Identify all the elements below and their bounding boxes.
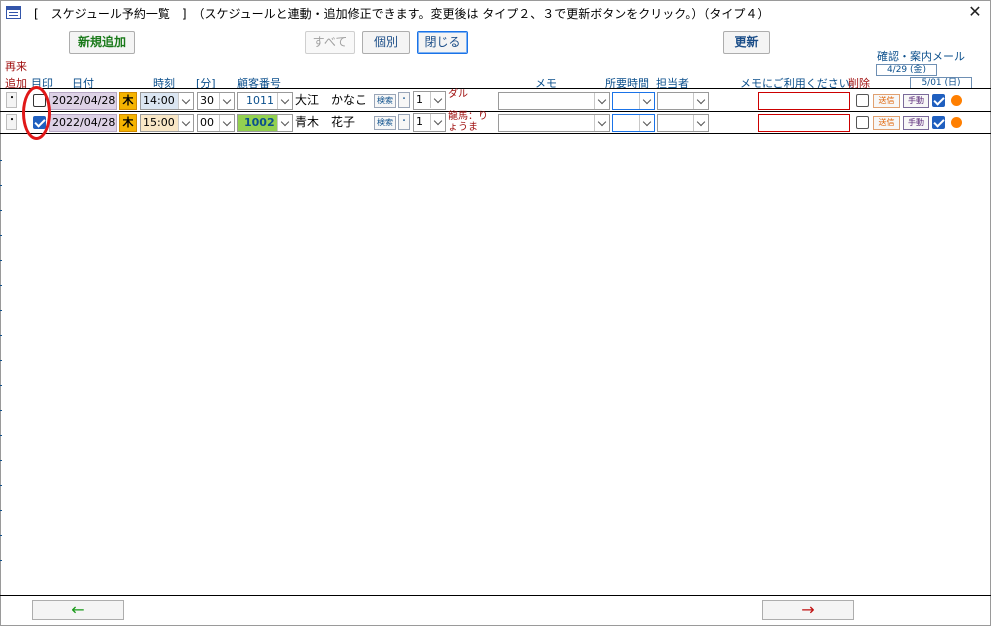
count-select[interactable]: 1 bbox=[413, 91, 446, 110]
left-edge-tick bbox=[0, 410, 2, 411]
form-icon bbox=[6, 6, 21, 19]
customer-no-select[interactable]: 1011 bbox=[237, 92, 293, 110]
customer-note: 龍馬：りょうま bbox=[448, 111, 488, 133]
customer-no-value: 1002 bbox=[244, 116, 275, 129]
mail-header-title: 確認・案内メール bbox=[877, 50, 965, 63]
left-edge-tick bbox=[0, 210, 2, 211]
prev-page-button[interactable]: ← bbox=[32, 600, 124, 620]
left-edge-tick bbox=[0, 460, 2, 461]
hour-value: 14:00 bbox=[143, 94, 175, 107]
search-button[interactable]: 検索 bbox=[374, 94, 396, 108]
col-revisit-line1: 再来 bbox=[5, 60, 27, 73]
chevron-down-icon[interactable] bbox=[430, 92, 445, 108]
minute-select[interactable]: 00 bbox=[197, 114, 235, 132]
duration-select[interactable] bbox=[612, 92, 655, 110]
chevron-down-icon[interactable] bbox=[219, 93, 234, 109]
staff-select[interactable] bbox=[657, 114, 709, 132]
left-edge-tick bbox=[0, 235, 2, 236]
footer-divider bbox=[0, 595, 991, 596]
chevron-down-icon[interactable] bbox=[594, 93, 609, 109]
date-cell[interactable]: 2022/04/28 bbox=[49, 114, 117, 132]
window-title: [ スケジュール予約一覧 ] （スケジュールと連動・追加修正できます。変更後は … bbox=[34, 7, 770, 21]
chevron-down-icon[interactable] bbox=[219, 115, 234, 131]
left-edge-tick bbox=[0, 535, 2, 536]
close-button[interactable]: 閉じる bbox=[417, 31, 468, 54]
staff-select[interactable] bbox=[657, 92, 709, 110]
left-edge-tick bbox=[0, 185, 2, 186]
revisit-add-button[interactable]: ・ bbox=[6, 92, 17, 108]
count-select[interactable]: 1 bbox=[413, 113, 446, 132]
minute-value: 30 bbox=[200, 94, 214, 107]
date-cell[interactable]: 2022/04/28 bbox=[49, 92, 117, 110]
chevron-down-icon[interactable] bbox=[277, 115, 292, 131]
count-value: 1 bbox=[416, 93, 423, 106]
hour-value: 15:00 bbox=[143, 116, 175, 129]
memo-input[interactable] bbox=[758, 92, 850, 110]
chevron-down-icon[interactable] bbox=[430, 114, 445, 130]
customer-name: 青木 花子 bbox=[295, 115, 356, 129]
chevron-down-icon[interactable] bbox=[594, 115, 609, 131]
show-all-button[interactable]: すべて bbox=[305, 31, 355, 54]
left-edge-tick bbox=[0, 160, 2, 161]
left-edge-tick bbox=[0, 360, 2, 361]
mail-checkbox[interactable] bbox=[932, 94, 945, 107]
chevron-down-icon[interactable] bbox=[693, 115, 708, 131]
left-edge-tick bbox=[0, 335, 2, 336]
manual-button[interactable]: 手動 bbox=[903, 116, 929, 130]
individual-button[interactable]: 個別 bbox=[362, 31, 410, 54]
left-edge-tick bbox=[0, 435, 2, 436]
delete-checkbox[interactable] bbox=[856, 94, 869, 107]
chevron-down-icon[interactable] bbox=[178, 93, 193, 109]
left-edge-tick bbox=[0, 285, 2, 286]
hour-select[interactable]: 14:00 bbox=[140, 92, 194, 110]
send-button[interactable]: 送信 bbox=[873, 94, 900, 108]
minute-value: 00 bbox=[200, 116, 214, 129]
customer-no-select[interactable]: 1002 bbox=[237, 114, 293, 132]
status-dot bbox=[951, 95, 962, 106]
minute-select[interactable]: 30 bbox=[197, 92, 235, 110]
update-button[interactable]: 更新 bbox=[723, 31, 770, 54]
customer-name: 大江 かなこ bbox=[295, 93, 368, 107]
next-page-button[interactable]: → bbox=[762, 600, 854, 620]
mail-date-1: 4/29 (金) bbox=[876, 64, 937, 76]
weekday-cell: 木 bbox=[119, 92, 137, 110]
arrow-left-icon: ← bbox=[71, 600, 85, 619]
send-button[interactable]: 送信 bbox=[873, 116, 900, 130]
dot-button[interactable]: ・ bbox=[398, 114, 410, 130]
left-edge-tick bbox=[0, 310, 2, 311]
chevron-down-icon[interactable] bbox=[277, 93, 292, 109]
delete-checkbox[interactable] bbox=[856, 116, 869, 129]
close-icon[interactable]: ✕ bbox=[966, 2, 984, 22]
arrow-right-icon: → bbox=[801, 600, 815, 619]
customer-note: ダル bbox=[448, 89, 468, 100]
customer-no-value: 1011 bbox=[246, 94, 274, 107]
search-button[interactable]: 検索 bbox=[374, 116, 396, 130]
new-record-button[interactable]: 新規追加 bbox=[69, 31, 135, 54]
status-dot bbox=[951, 117, 962, 128]
memo-select[interactable] bbox=[498, 114, 610, 132]
dot-button[interactable]: ・ bbox=[398, 92, 410, 108]
chevron-down-icon[interactable] bbox=[639, 115, 654, 131]
highlight-circle bbox=[22, 86, 51, 140]
left-edge-tick bbox=[0, 510, 2, 511]
memo-input[interactable] bbox=[758, 114, 850, 132]
chevron-down-icon[interactable] bbox=[639, 93, 654, 109]
mail-checkbox[interactable] bbox=[932, 116, 945, 129]
duration-select[interactable] bbox=[612, 114, 655, 132]
left-edge-tick bbox=[0, 560, 2, 561]
memo-select[interactable] bbox=[498, 92, 610, 110]
revisit-add-button[interactable]: ・ bbox=[6, 114, 17, 130]
left-edge-tick bbox=[0, 385, 2, 386]
left-edge-tick bbox=[0, 260, 2, 261]
left-edge-tick bbox=[0, 485, 2, 486]
row-divider bbox=[0, 133, 991, 134]
chevron-down-icon[interactable] bbox=[178, 115, 193, 131]
weekday-cell: 木 bbox=[119, 114, 137, 132]
manual-button[interactable]: 手動 bbox=[903, 94, 929, 108]
hour-select[interactable]: 15:00 bbox=[140, 114, 194, 132]
count-value: 1 bbox=[416, 115, 423, 128]
chevron-down-icon[interactable] bbox=[693, 93, 708, 109]
